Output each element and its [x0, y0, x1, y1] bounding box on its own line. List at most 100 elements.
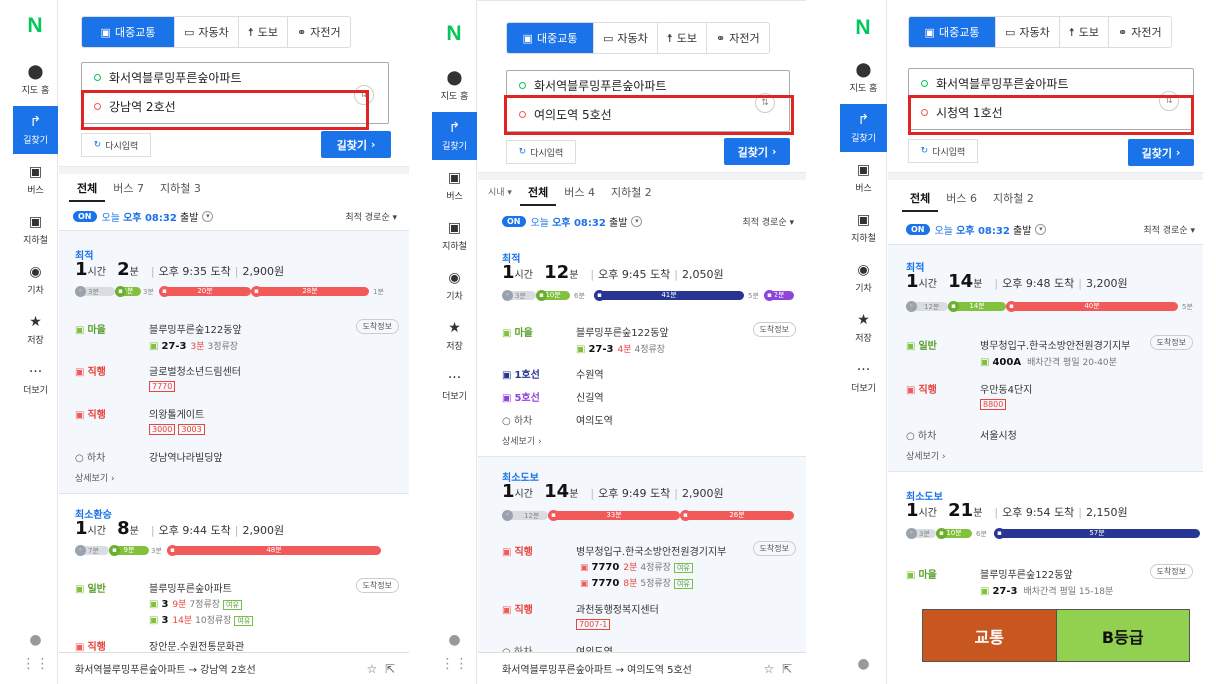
- tab-bus[interactable]: 버스 6: [938, 186, 985, 212]
- map-pin-icon: ⬤: [27, 64, 44, 80]
- reset-button[interactable]: ↻ 다시입력: [506, 140, 576, 164]
- mode-bike[interactable]: ⚭ 자전거: [1108, 17, 1171, 47]
- mode-walk[interactable]: ☨ 도보: [237, 17, 287, 47]
- detail-more-link[interactable]: 상세보기 ›: [502, 434, 542, 447]
- mode-walk[interactable]: ☨ 도보: [1058, 17, 1108, 47]
- arrival-info-button[interactable]: 도착정보: [752, 322, 796, 337]
- map-pin-icon: ⬤: [446, 70, 463, 86]
- nav-bus[interactable]: ▣ 버스: [13, 156, 58, 204]
- mode-transit[interactable]: ▣ 대중교통: [909, 17, 995, 47]
- tab-subway[interactable]: 지하철 3: [152, 176, 209, 202]
- nav-saved[interactable]: ★ 저장: [840, 304, 887, 352]
- car-icon: ▭: [603, 31, 614, 45]
- nav-train[interactable]: ◉ 기차: [432, 262, 477, 310]
- nav-map-home[interactable]: ⬤ 지도 홈: [840, 54, 887, 102]
- route-card-1[interactable]: 최적 1시간 12분 | 오후 9:45 도착 | 2,050원 ◦ 3분 10분 ▪ 6분…: [478, 236, 806, 452]
- route-card-2[interactable]: 최소도보 1시간 21분 | 오후 9:54 도착 | 2,150원 ◦ 3분 10분 ▪ …: [888, 478, 1203, 628]
- user-icon[interactable]: ●: [13, 632, 58, 648]
- mode-car[interactable]: ▭ 자동차: [593, 23, 657, 53]
- origin-dot-icon: [94, 74, 101, 81]
- nav-train[interactable]: ◉ 기차: [840, 254, 887, 302]
- arrival-info-button[interactable]: 도착정보: [355, 319, 399, 334]
- highlight-box: [908, 95, 1194, 135]
- detail-more-link[interactable]: 상세보기 ›: [906, 449, 946, 462]
- mode-bike[interactable]: ⚭ 자전거: [287, 17, 350, 47]
- mode-walk[interactable]: ☨ 도보: [656, 23, 706, 53]
- origin-input[interactable]: 화서역블루밍푸른숲아파트: [909, 69, 1193, 98]
- search-route-button[interactable]: 길찾기 ›: [1128, 139, 1194, 166]
- departure-time[interactable]: ON 오늘 오후 08:32 출발 ▾ 최적 경로순 ▾: [906, 220, 1195, 238]
- reset-button[interactable]: ↻ 다시입력: [81, 133, 151, 157]
- nav-more[interactable]: ··· 더보기: [840, 354, 887, 402]
- tab-all[interactable]: 전체: [519, 180, 557, 206]
- route-bar: ◦ 3분 10분 ▪ 6분 41분 ▪ 5분 2분 ▪: [502, 290, 798, 301]
- region-select[interactable]: 시내 ▾: [484, 180, 520, 206]
- mode-transit[interactable]: ▣ 대중교통: [82, 17, 174, 47]
- nav-more[interactable]: ··· 더보기: [13, 356, 58, 404]
- share-icon[interactable]: ⇱: [385, 662, 395, 676]
- detail-more-link[interactable]: 상세보기 ›: [75, 471, 115, 484]
- arrival-info-button[interactable]: 도착정보: [355, 578, 399, 593]
- tab-all[interactable]: 전체: [69, 176, 106, 202]
- nav-bus[interactable]: ▣ 버스: [840, 154, 887, 202]
- arrival-info-button[interactable]: 도착정보: [1149, 564, 1193, 579]
- route-card-2[interactable]: 최소도보 1시간 14분 | 오후 9:49 도착 | 2,900원 ◦ 12분 33분 ▪…: [478, 456, 806, 658]
- nav-saved[interactable]: ★ 저장: [13, 306, 58, 354]
- mode-bike[interactable]: ⚭ 자전거: [706, 23, 769, 53]
- user-icon[interactable]: ●: [840, 656, 887, 672]
- naver-logo[interactable]: N: [840, 16, 886, 40]
- sort-select[interactable]: 최적 경로순 ▾: [742, 215, 794, 228]
- nav-directions[interactable]: ↱ 길찾기: [432, 112, 477, 160]
- user-icon[interactable]: ●: [432, 632, 477, 648]
- tab-bus[interactable]: 버스 4: [556, 180, 603, 206]
- reset-button[interactable]: ↻ 다시입력: [908, 139, 978, 163]
- mode-car[interactable]: ▭ 자동차: [174, 17, 238, 47]
- search-route-button[interactable]: 길찾기 ›: [321, 131, 391, 158]
- tab-bus[interactable]: 버스 7: [105, 176, 152, 202]
- transport-modes: ▣ 대중교통 ▭ 자동차 ☨ 도보 ⚭ 자전거: [81, 16, 351, 48]
- nav-map-home[interactable]: ⬤ 지도 홈: [13, 56, 58, 104]
- train-icon: ◉: [857, 262, 870, 278]
- route-card-1[interactable]: 최적 1시간 14분 | 오후 9:48 도착 | 3,200원 ◦ 12분 14분 ▪ 4…: [888, 244, 1203, 472]
- star-outline-icon[interactable]: ☆: [764, 662, 775, 676]
- nav-more[interactable]: ··· 더보기: [432, 362, 477, 410]
- bus-icon: ▣: [447, 170, 462, 186]
- nav-directions[interactable]: ↱ 길찾기: [13, 106, 58, 154]
- sort-select[interactable]: 최적 경로순 ▾: [345, 210, 397, 223]
- share-icon[interactable]: ⇱: [782, 662, 792, 676]
- nav-saved[interactable]: ★ 저장: [432, 312, 477, 360]
- departure-time[interactable]: ON 오늘 오후 08:32 출발 ▾ 최적 경로순 ▾: [73, 207, 397, 225]
- nav-bus[interactable]: ▣ 버스: [432, 162, 477, 210]
- origin-input[interactable]: 화서역블루밍푸른숲아파트: [82, 63, 388, 92]
- nav-subway[interactable]: ▣ 지하철: [13, 206, 58, 254]
- route-card-1[interactable]: 최적 1시간 2분 | 오후 9:35 도착 | 2,900원 ◦ 3분 3분 ▪ 3분 2…: [59, 230, 409, 494]
- divider: [888, 172, 1203, 180]
- departure-time[interactable]: ON 오늘 오후 08:32 출발 ▾ 최적 경로순 ▾: [502, 212, 794, 230]
- sort-select[interactable]: 최적 경로순 ▾: [1143, 223, 1195, 236]
- grid-icon[interactable]: ⋮⋮: [432, 656, 477, 672]
- search-route-button[interactable]: 길찾기 ›: [724, 138, 790, 165]
- nav-train[interactable]: ◉ 기차: [13, 256, 58, 304]
- naver-logo[interactable]: N: [13, 14, 57, 38]
- directions-icon: ↱: [29, 114, 42, 130]
- highlight-box: [81, 90, 369, 130]
- grid-icon[interactable]: ⋮⋮: [13, 656, 58, 672]
- nav-directions[interactable]: ↱ 길찾기: [840, 104, 887, 152]
- tab-all[interactable]: 전체: [902, 186, 939, 212]
- mode-car[interactable]: ▭ 자동차: [995, 17, 1059, 47]
- refresh-icon: ↻: [518, 147, 527, 157]
- naver-logo[interactable]: N: [432, 22, 476, 46]
- route-card-2[interactable]: 최소환승 1시간 8분 | 오후 9:44 도착 | 2,900원 ◦ 7분 9분 ▪ 3분…: [59, 500, 409, 653]
- panel-gangnam: N ⬤ 지도 홈 ↱ 길찾기 ▣ 버스 ▣ 지하철 ◉ 기차 ★ 저장 ··· 더보기 ● ⋮…: [13, 0, 409, 684]
- nav-map-home[interactable]: ⬤ 지도 홈: [432, 62, 477, 110]
- tab-subway[interactable]: 지하철 2: [985, 186, 1042, 212]
- arrival-info-button[interactable]: 도착정보: [1149, 335, 1193, 350]
- nav-subway[interactable]: ▣ 지하철: [432, 212, 477, 260]
- route-bar: ◦ 12분 14분 ▪ 40분 ▪ 5분: [906, 301, 1196, 312]
- tab-subway[interactable]: 지하철 2: [603, 180, 660, 206]
- route-step: ○ 하차 강남역나라빌딩앞: [75, 453, 223, 464]
- arrival-info-button[interactable]: 도착정보: [752, 541, 796, 556]
- nav-subway[interactable]: ▣ 지하철: [840, 204, 887, 252]
- mode-transit[interactable]: ▣ 대중교통: [507, 23, 593, 53]
- star-outline-icon[interactable]: ☆: [367, 662, 378, 676]
